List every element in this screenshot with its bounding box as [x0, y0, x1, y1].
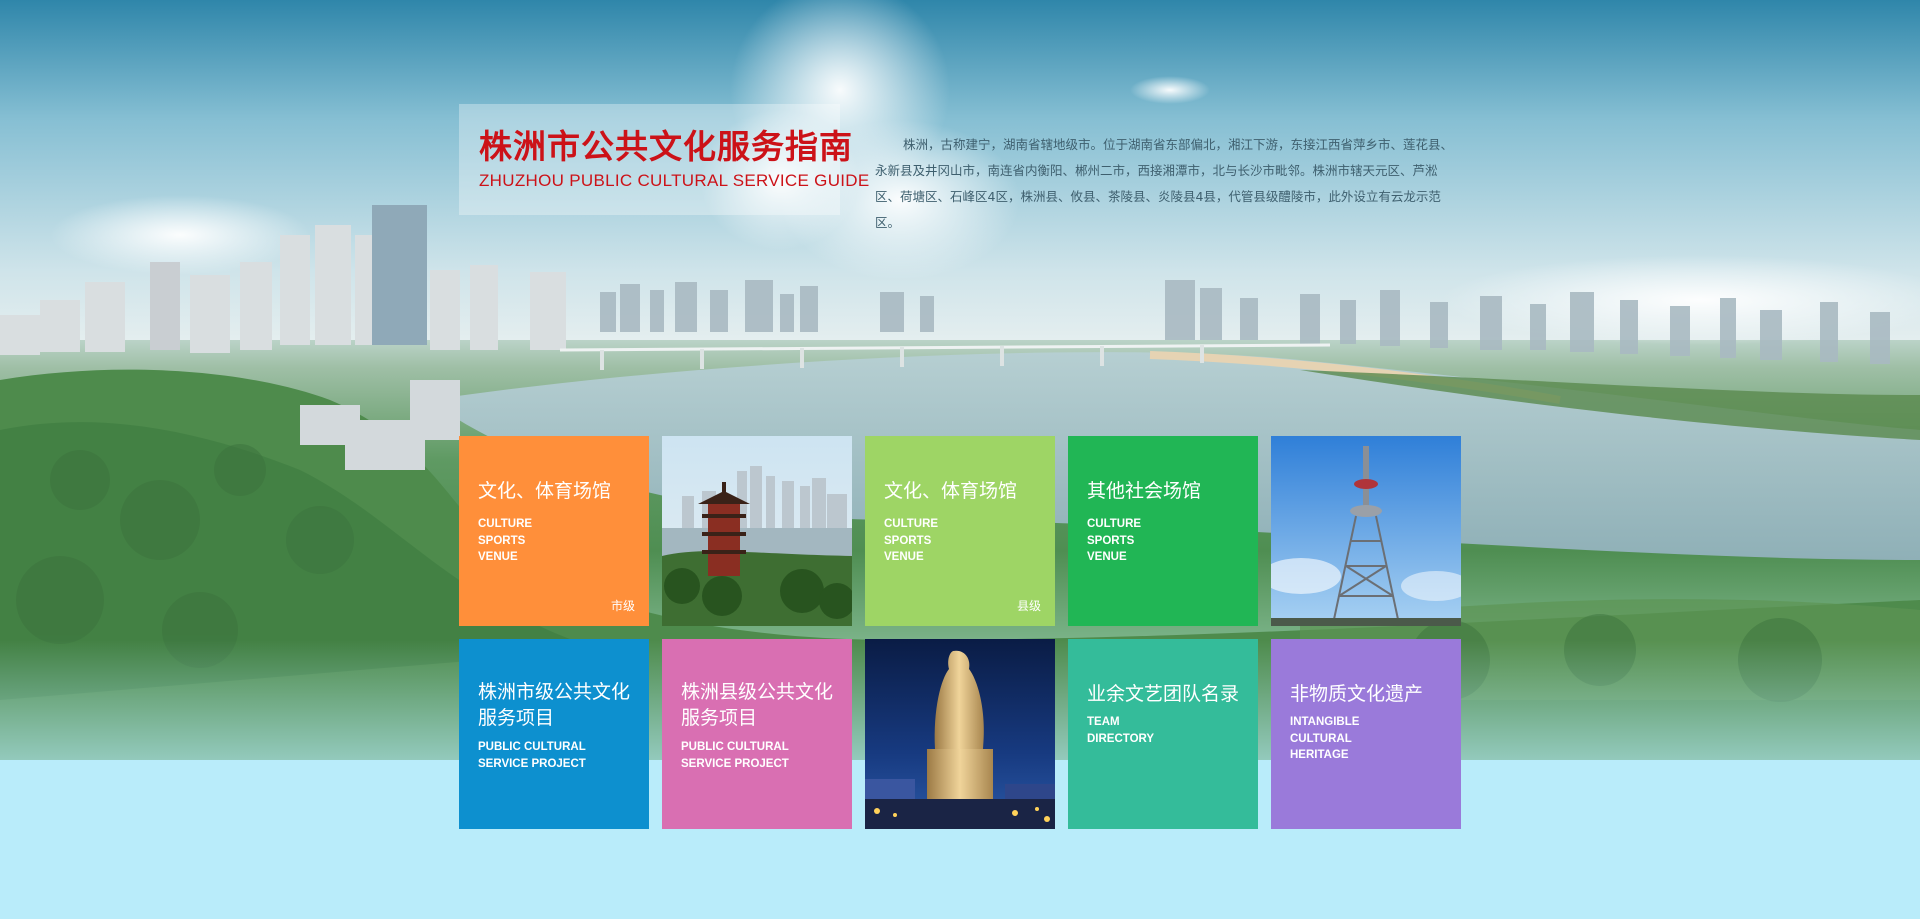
tile-title: 业余文艺团队名录: [1087, 683, 1240, 705]
tower-pavilion-photo[interactable]: [662, 436, 852, 626]
tile-city-culture-sports-venue[interactable]: 文化、体育场馆 CULTURE SPORTS VENUE 市级: [459, 436, 649, 626]
tile-title: 其他社会场馆: [1087, 480, 1202, 502]
tile-title: 株洲市级公共文化服务项目: [478, 681, 631, 729]
page-title: 株洲市公共文化服务指南: [479, 128, 853, 165]
tile-subtitle: INTANGIBLE CULTURAL HERITAGE: [1290, 716, 1360, 761]
tile-subtitle: CULTURE SPORTS VENUE: [1087, 518, 1142, 563]
tile-county-public-cultural-project[interactable]: 株洲县级公共文化服务项目 PUBLIC CULTURAL SERVICE PRO…: [662, 639, 852, 829]
tile-title: 文化、体育场馆: [884, 480, 1018, 502]
tile-intangible-cultural-heritage[interactable]: 非物质文化遗产 INTANGIBLE CULTURAL HERITAGE: [1271, 639, 1461, 829]
tile-subtitle: PUBLIC CULTURAL SERVICE PROJECT: [681, 741, 789, 770]
tile-city-public-cultural-project[interactable]: 株洲市级公共文化服务项目 PUBLIC CULTURAL SERVICE PRO…: [459, 639, 649, 829]
tile-subtitle: CULTURE SPORTS VENUE: [884, 518, 939, 563]
tile-tag: 县级: [1016, 599, 1041, 613]
tv-tower-photo[interactable]: [1271, 436, 1461, 626]
page-subtitle: ZHUZHOU PUBLIC CULTURAL SERVICE GUIDE: [479, 171, 870, 190]
tile-subtitle: CULTURE SPORTS VENUE: [478, 518, 533, 563]
tile-title: 文化、体育场馆: [478, 480, 612, 502]
tile-other-social-venue[interactable]: 其他社会场馆 CULTURE SPORTS VENUE: [1068, 436, 1258, 626]
tile-title: 株洲县级公共文化服务项目: [681, 681, 834, 729]
tile-amateur-art-team-directory[interactable]: 业余文艺团队名录 TEAM DIRECTORY: [1068, 639, 1258, 829]
title-panel: 株洲市公共文化服务指南 ZHUZHOU PUBLIC CULTURAL SERV…: [459, 104, 870, 215]
tile-tag: 市级: [610, 599, 635, 613]
page: 株洲市公共文化服务指南 ZHUZHOU PUBLIC CULTURAL SERV…: [0, 0, 1920, 919]
statue-photo[interactable]: [865, 639, 1055, 829]
tile-county-culture-sports-venue[interactable]: 文化、体育场馆 CULTURE SPORTS VENUE 县级: [865, 436, 1055, 626]
intro-text: 株洲，古称建宁，湖南省辖地级市。位于湖南省东部偏北，湘江下游，东接江西省萍乡市、…: [875, 137, 1454, 230]
tile-title: 非物质文化遗产: [1290, 683, 1424, 705]
tile-subtitle: PUBLIC CULTURAL SERVICE PROJECT: [478, 741, 586, 770]
tile-subtitle: TEAM DIRECTORY: [1087, 716, 1155, 745]
